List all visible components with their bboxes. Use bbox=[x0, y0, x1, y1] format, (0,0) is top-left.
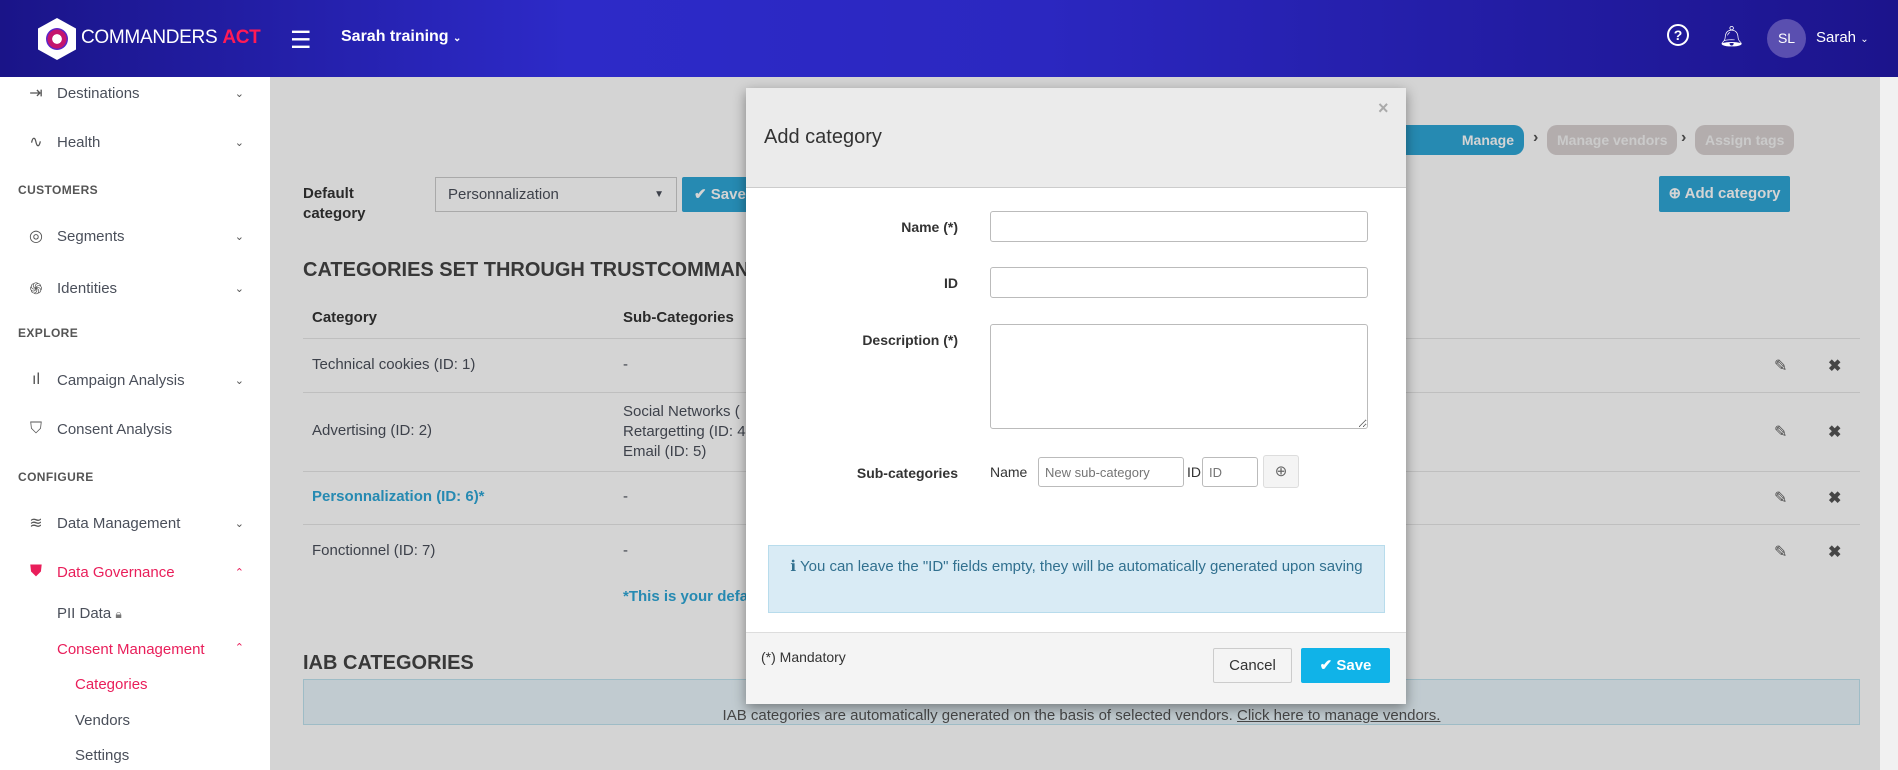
sidebar-item-categories[interactable]: Categories bbox=[75, 676, 148, 693]
sidebar-item-data-management[interactable]: ≋ Data Management ⌄ bbox=[24, 513, 244, 533]
menu-icon[interactable]: ☰ bbox=[290, 26, 312, 55]
cancel-button[interactable]: Cancel bbox=[1213, 648, 1292, 683]
mandatory-note: (*) Mandatory bbox=[761, 649, 846, 665]
chevron-down-icon: ⌄ bbox=[234, 374, 244, 387]
shield-check-icon: ⛉ bbox=[29, 420, 42, 437]
brand-name[interactable]: COMMANDERS ACT bbox=[81, 27, 261, 49]
chevron-down-icon: ⌄ bbox=[234, 230, 244, 243]
sidebar-item-label: Destinations bbox=[57, 84, 140, 102]
chevron-up-icon: ⌃ bbox=[234, 642, 244, 654]
pulse-icon: ∿ bbox=[29, 134, 43, 151]
bell-icon[interactable]: 🔔︎ bbox=[1719, 24, 1744, 49]
close-icon[interactable]: × bbox=[1378, 98, 1389, 119]
sub-name-label: Name bbox=[990, 464, 1028, 480]
chevron-down-icon: ⌄ bbox=[234, 282, 244, 295]
sidebar-item-label: Campaign Analysis bbox=[57, 371, 185, 389]
shield-icon: ⛊ bbox=[29, 563, 42, 580]
sidebar-item-label: Health bbox=[57, 133, 101, 151]
description-label: Description (*) bbox=[862, 332, 958, 348]
destinations-icon: ⇥ bbox=[29, 85, 43, 102]
chevron-down-icon: ⌄ bbox=[234, 517, 244, 530]
sidebar-item-label: Identities bbox=[57, 279, 118, 297]
user-name: Sarah bbox=[1816, 29, 1857, 46]
sidebar-item-destinations[interactable]: ⇥ Destinations ⌄ bbox=[24, 83, 244, 103]
save-button[interactable]: ✔ Save bbox=[1301, 648, 1390, 683]
name-input[interactable] bbox=[990, 211, 1368, 242]
section-configure: CONFIGURE bbox=[18, 470, 94, 484]
sidebar-item-campaign-analysis[interactable]: ıl Campaign Analysis ⌄ bbox=[24, 371, 244, 389]
sidebar-item-label: Consent Management bbox=[57, 641, 205, 658]
sidebar-item-identities[interactable]: ֍ Identities ⌄ bbox=[24, 277, 244, 299]
info-alert: ℹ You can leave the "ID" fields empty, t… bbox=[768, 545, 1385, 613]
plus-circle-icon: ⊕ bbox=[1274, 463, 1288, 480]
sidebar-item-label: Data Governance bbox=[57, 563, 175, 581]
logo-core-icon bbox=[46, 28, 68, 50]
workspace-label: Sarah training bbox=[341, 28, 449, 45]
subcategory-name-input[interactable] bbox=[1038, 457, 1184, 487]
scrollbar[interactable] bbox=[1880, 77, 1898, 770]
chevron-down-icon: ⌄ bbox=[453, 33, 462, 44]
sidebar-item-consent-management[interactable]: Consent Management ⌃ bbox=[57, 641, 244, 658]
sidebar-item-consent-analysis[interactable]: ⛉ Consent Analysis bbox=[24, 420, 244, 438]
id-label: ID bbox=[944, 275, 958, 291]
sub-id-label: ID bbox=[1187, 464, 1201, 480]
sidebar-item-vendors[interactable]: Vendors bbox=[75, 712, 130, 729]
chevron-up-icon: ⌃ bbox=[234, 566, 244, 579]
bar-chart-icon: ıl bbox=[32, 371, 40, 388]
target-icon: ◎ bbox=[29, 228, 43, 245]
id-input[interactable] bbox=[990, 267, 1368, 298]
sidebar-item-label: Consent Analysis bbox=[57, 420, 173, 438]
section-customers: CUSTOMERS bbox=[18, 183, 99, 197]
lock-icon: 🔒︎ bbox=[115, 607, 122, 621]
chevron-down-icon: ⌄ bbox=[1860, 34, 1869, 45]
sidebar-item-segments[interactable]: ◎ Segments ⌄ bbox=[24, 226, 244, 246]
avatar[interactable]: SL bbox=[1767, 19, 1806, 58]
info-icon: ℹ bbox=[790, 558, 797, 575]
top-header: COMMANDERS ACT ☰ Sarah training ⌄ ? 🔔︎ S… bbox=[0, 0, 1898, 77]
sidebar-item-health[interactable]: ∿ Health ⌄ bbox=[24, 132, 244, 152]
sidebar-item-label: Segments bbox=[57, 227, 125, 245]
chevron-down-icon: ⌄ bbox=[234, 87, 244, 100]
brand-accent: ACT bbox=[222, 27, 261, 48]
description-textarea[interactable] bbox=[990, 324, 1368, 429]
info-text: You can leave the "ID" fields empty, the… bbox=[799, 558, 1363, 575]
add-subcategory-button[interactable]: ⊕ bbox=[1263, 455, 1299, 488]
save-label: Save bbox=[1336, 657, 1372, 674]
fingerprint-icon: ֍ bbox=[29, 281, 43, 298]
name-label: Name (*) bbox=[901, 219, 958, 235]
modal-title: Add category bbox=[764, 126, 882, 148]
check-icon: ✔ bbox=[1319, 657, 1333, 674]
sidebar-item-settings[interactable]: Settings bbox=[75, 747, 129, 764]
add-category-modal: Add category × Name (*) ID Description (… bbox=[746, 88, 1406, 704]
help-icon[interactable]: ? bbox=[1667, 24, 1689, 46]
user-menu[interactable]: Sarah ⌄ bbox=[1816, 29, 1869, 46]
sidebar-item-label: PII Data bbox=[57, 605, 112, 622]
layers-icon: ≋ bbox=[29, 515, 43, 532]
section-explore: EXPLORE bbox=[18, 326, 79, 340]
chevron-down-icon: ⌄ bbox=[234, 136, 244, 149]
sidebar-item-pii-data[interactable]: PII Data 🔒︎ bbox=[57, 605, 122, 622]
sidebar-item-data-governance[interactable]: ⛊ Data Governance ⌃ bbox=[24, 563, 244, 581]
subcategory-id-input[interactable] bbox=[1202, 457, 1258, 487]
workspace-selector[interactable]: Sarah training ⌄ bbox=[341, 28, 461, 46]
sidebar-item-label: Data Management bbox=[57, 514, 181, 532]
brand-main: COMMANDERS bbox=[81, 27, 218, 48]
subcategories-label: Sub-categories bbox=[856, 465, 958, 481]
